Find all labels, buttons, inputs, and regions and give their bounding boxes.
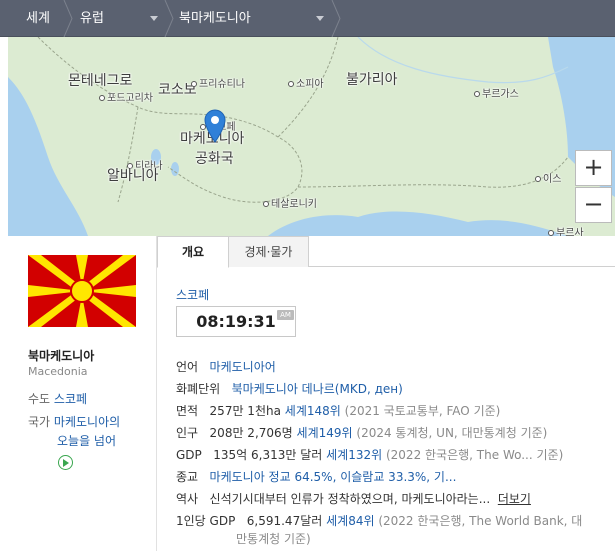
city-dot-icon <box>288 81 294 87</box>
fact-currency: 화폐단위 북마케도니아 데나르(MKD, ден) <box>176 380 403 397</box>
anthem-label: 국가 <box>28 415 51 429</box>
chevron-down-icon <box>150 16 158 21</box>
country-name: 북마케도니아 <box>28 349 95 363</box>
city-dot-icon <box>99 95 105 101</box>
breadcrumb-europe[interactable]: 유럽 <box>80 0 160 37</box>
map-label-macedonia-2: 공화국 <box>195 151 234 167</box>
city-dot-icon <box>191 81 197 87</box>
play-icon[interactable] <box>58 455 73 470</box>
fact-history-value: 신석기시대부터 인류가 정착하였으며, 마케도니아라는... <box>209 492 491 506</box>
fact-religion-key: 종교 <box>176 470 199 484</box>
map-label-bulgaria: 불가리아 <box>346 72 398 88</box>
breadcrumb-world[interactable]: 세계 <box>26 0 50 37</box>
country-name-english: Macedonia <box>28 365 88 378</box>
capital-label: 수도 <box>28 392 51 406</box>
capital-row: 수도 스코페 <box>28 390 87 407</box>
fact-population-value: 208만 2,706명 <box>209 426 293 440</box>
fact-gdp: GDP 135억 6,313만 달러 세계132위 (2022 한국은행, Th… <box>176 446 563 463</box>
zoom-in-button[interactable]: + <box>575 150 612 186</box>
city-dot-icon <box>474 91 480 97</box>
map-label-burgas: 부르가스 <box>474 85 519 100</box>
anthem-link-line2[interactable]: 오늘을 넘어 <box>57 434 116 448</box>
fact-population-source: (2024 통계청, UN, 대만통계청 기준) <box>356 426 548 440</box>
info-tabs: 개요 경제·물가 <box>157 236 615 268</box>
fact-currency-value[interactable]: 북마케도니아 데나르(MKD, ден) <box>232 382 403 396</box>
anthem-row: 국가 마케도니아의 <box>28 413 120 430</box>
fact-history-key: 역사 <box>176 492 199 506</box>
fact-gdp-per-capita-cont: 만통계청 기준) <box>236 530 311 547</box>
location-pin-icon[interactable] <box>204 109 226 143</box>
map-label-podgorica: 포드고리차 <box>99 89 153 104</box>
chevron-down-icon <box>316 16 324 21</box>
breadcrumb-separator-icon <box>331 0 341 37</box>
fact-population: 인구 208만 2,706명 세계149위 (2024 통계청, UN, 대만통… <box>176 424 547 441</box>
fact-area-source: (2021 국토교통부, FAO 기준) <box>344 404 501 418</box>
map-label-montenegro: 몬테네그로 <box>68 73 133 89</box>
fact-language-value[interactable]: 마케도니아어 <box>210 360 276 374</box>
map-label-istanbul-text: 이스 <box>543 174 562 185</box>
fact-gdp-per-capita-source-1: (2022 한국은행, The World Bank, 대 <box>378 514 583 528</box>
fact-currency-key: 화폐단위 <box>176 382 221 396</box>
anthem-row-2: 오늘을 넘어 <box>57 432 116 449</box>
breadcrumb-world-label: 세계 <box>26 11 50 26</box>
map-view[interactable]: 몬테네그로 코소보 프리슈티나 소피아 불가리아 포드고리차 부르가스 스코페 … <box>8 37 615 236</box>
map-label-albania: 알바니아 <box>107 168 159 184</box>
fact-area: 면적 257만 1천ha 세계148위 (2021 국토교통부, FAO 기준) <box>176 402 500 419</box>
fact-religion-value[interactable]: 마케도니아 정교 64.5%, 이슬람교 33.3%, 기... <box>210 470 457 484</box>
zoom-out-button[interactable]: − <box>575 187 612 223</box>
anthem-link-line1[interactable]: 마케도니아의 <box>54 415 120 429</box>
map-label-pristina-text: 프리슈티나 <box>199 79 245 90</box>
breadcrumb-north-macedonia[interactable]: 북마케도니아 <box>179 0 327 37</box>
map-label-burgas-text: 부르가스 <box>482 89 519 100</box>
city-dot-icon <box>535 176 541 182</box>
fact-gdp-per-capita-value: 6,591.47달러 <box>246 514 323 528</box>
breadcrumb-separator-icon <box>63 0 73 37</box>
breadcrumb-country-label: 북마케도니아 <box>179 11 251 26</box>
tab-economy[interactable]: 경제·물가 <box>229 236 309 267</box>
breadcrumb-separator-icon <box>164 0 174 37</box>
map-label-sofia: 소피아 <box>288 75 324 90</box>
capital-link[interactable]: 스코페 <box>54 392 87 406</box>
map-label-bursa: 부르사 <box>548 224 584 236</box>
fact-religion: 종교 마케도니아 정교 64.5%, 이슬람교 33.3%, 기... <box>176 468 456 485</box>
fact-gdp-value: 135억 6,313만 달러 <box>213 448 323 462</box>
breadcrumb: 세계 유럽 북마케도니아 <box>0 0 615 37</box>
map-label-bursa-text: 부르사 <box>556 228 584 236</box>
fact-area-key: 면적 <box>176 404 199 418</box>
clock-city: 스코페 <box>176 288 210 302</box>
fact-gdp-per-capita: 1인당 GDP 6,591.47달러 세계84위 (2022 한국은행, The… <box>176 512 582 529</box>
tab-overview[interactable]: 개요 <box>157 236 229 268</box>
city-dot-icon <box>263 201 269 207</box>
country-profile: 북마케도니아 Macedonia 수도 스코페 국가 마케도니아의 오늘을 넘어 <box>8 236 157 551</box>
fact-language-key: 언어 <box>176 360 199 374</box>
fact-language: 언어 마케도니아어 <box>176 358 276 375</box>
fact-area-rank[interactable]: 세계148위 <box>285 404 341 418</box>
ampm-badge: AM <box>277 310 294 320</box>
fact-history: 역사 신석기시대부터 인류가 정착하였으며, 마케도니아라는... 더보기 <box>176 490 531 507</box>
fact-area-value: 257만 1천ha <box>209 404 281 418</box>
fact-gdp-per-capita-key: 1인당 GDP <box>176 514 236 528</box>
map-label-sofia-text: 소피아 <box>296 79 324 90</box>
history-more-link[interactable]: 더보기 <box>498 492 531 506</box>
flag-icon <box>28 255 136 327</box>
fact-gdp-per-capita-source-2: 만통계청 기준) <box>236 532 311 546</box>
fact-gdp-key: GDP <box>176 448 202 462</box>
fact-population-key: 인구 <box>176 426 199 440</box>
overview-panel: 스코페 08:19:31 AM 언어 마케도니아어 화폐단위 북마케도니아 데나… <box>157 267 615 551</box>
map-label-istanbul: 이스 <box>535 170 561 185</box>
map-label-thessaloniki-text: 테살로니키 <box>271 199 317 210</box>
fact-gdp-rank[interactable]: 세계132위 <box>326 448 382 462</box>
fact-population-rank[interactable]: 세계149위 <box>297 426 353 440</box>
fact-gdp-per-capita-rank[interactable]: 세계84위 <box>326 514 374 528</box>
map-label-thessaloniki: 테살로니키 <box>263 195 317 210</box>
map-label-pristina: 프리슈티나 <box>191 75 245 90</box>
breadcrumb-europe-label: 유럽 <box>80 11 104 26</box>
map-label-podgorica-text: 포드고리차 <box>107 93 153 104</box>
fact-gdp-source: (2022 한국은행, The Wo... 기준) <box>385 448 564 462</box>
